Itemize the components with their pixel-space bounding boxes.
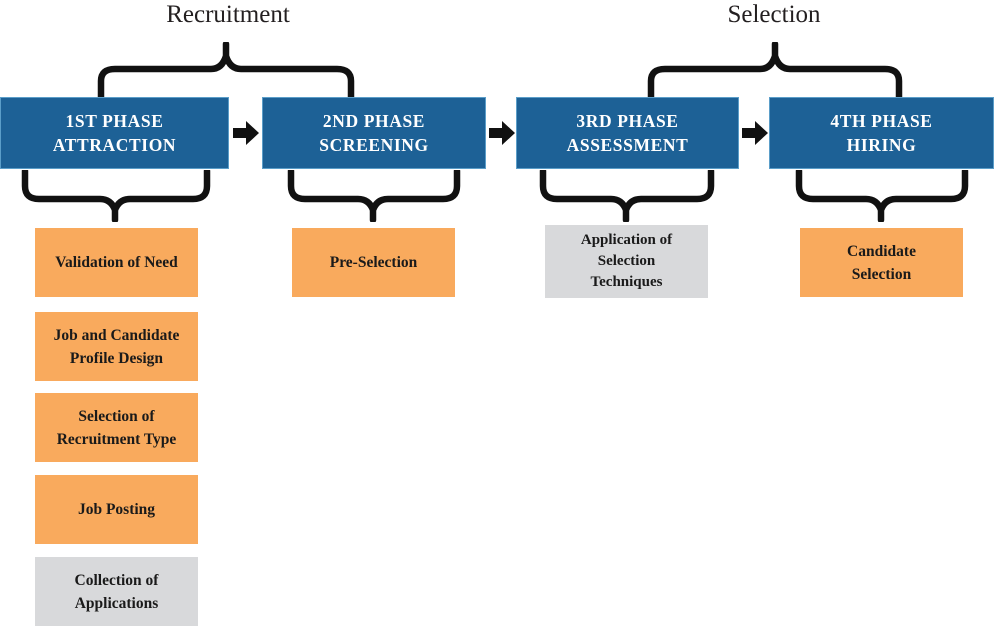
phase-4-line1: 4TH PHASE xyxy=(830,111,933,131)
phase-1-line1: 1ST PHASE xyxy=(65,111,164,131)
task-1-1-line1: Validation of Need xyxy=(55,254,178,271)
task-box-candidate-selection[interactable]: Candidate Selection xyxy=(800,228,963,297)
curly-brace-up-selection-icon xyxy=(647,42,903,100)
phase-box-2[interactable]: 2ND PHASE SCREENING xyxy=(262,97,486,169)
task-box-validation-of-need[interactable]: Validation of Need xyxy=(35,228,198,297)
phase-4-line2: HIRING xyxy=(846,135,917,155)
task-1-2-line1: Job and Candidate xyxy=(53,326,180,344)
phase-3-line2: ASSESSMENT xyxy=(566,135,689,155)
task-box-job-posting[interactable]: Job Posting xyxy=(35,475,198,544)
right-arrow-icon-1 xyxy=(233,121,259,145)
right-arrow-icon-3 xyxy=(742,121,768,145)
task-box-application-of-selection-techniques[interactable]: Application of Selection Techniques xyxy=(545,225,708,298)
phase-2-line2: SCREENING xyxy=(319,135,429,155)
task-1-3-line1: Selection of xyxy=(78,407,155,425)
group-label-selection: Selection xyxy=(727,1,821,28)
diagram-canvas: Recruitment Selection 1ST PHASE ATTRACTI… xyxy=(0,0,1000,633)
curly-brace-up-recruitment-icon xyxy=(97,42,355,100)
curly-brace-down-phase-2-icon xyxy=(287,170,461,222)
phase-3-line1: 3RD PHASE xyxy=(576,111,679,131)
task-box-selection-of-recruitment-type[interactable]: Selection of Recruitment Type xyxy=(35,393,198,462)
task-3-1-line3: Techniques xyxy=(590,274,663,290)
task-1-4-line1: Job Posting xyxy=(77,501,156,518)
right-arrow-icon-2 xyxy=(489,121,515,145)
task-2-1-line1: Pre-Selection xyxy=(329,254,418,271)
phase-box-4[interactable]: 4TH PHASE HIRING xyxy=(769,97,994,169)
task-4-1-line1: Candidate xyxy=(847,242,916,260)
task-1-3-line2: Recruitment Type xyxy=(56,430,177,448)
task-box-job-and-candidate-profile-design[interactable]: Job and Candidate Profile Design xyxy=(35,312,198,381)
task-3-1-line2: Selection xyxy=(597,253,656,269)
task-1-5-line1: Collection of xyxy=(74,571,159,589)
task-4-1-line2: Selection xyxy=(851,265,912,283)
task-1-2-line2: Profile Design xyxy=(69,349,164,367)
phase-box-1[interactable]: 1ST PHASE ATTRACTION xyxy=(0,97,229,169)
task-box-collection-of-applications[interactable]: Collection of Applications xyxy=(35,557,198,626)
group-label-recruitment: Recruitment xyxy=(166,1,290,28)
curly-brace-down-phase-1-icon xyxy=(21,170,211,222)
phase-2-line1: 2ND PHASE xyxy=(322,111,426,131)
curly-brace-down-phase-4-icon xyxy=(795,170,969,222)
task-3-1-line1: Application of xyxy=(580,232,673,248)
task-1-5-line2: Applications xyxy=(74,594,159,612)
task-box-pre-selection[interactable]: Pre-Selection xyxy=(292,228,455,297)
curly-brace-down-phase-3-icon xyxy=(539,170,715,222)
phase-1-line2: ATTRACTION xyxy=(52,135,177,155)
phase-box-3[interactable]: 3RD PHASE ASSESSMENT xyxy=(516,97,739,169)
